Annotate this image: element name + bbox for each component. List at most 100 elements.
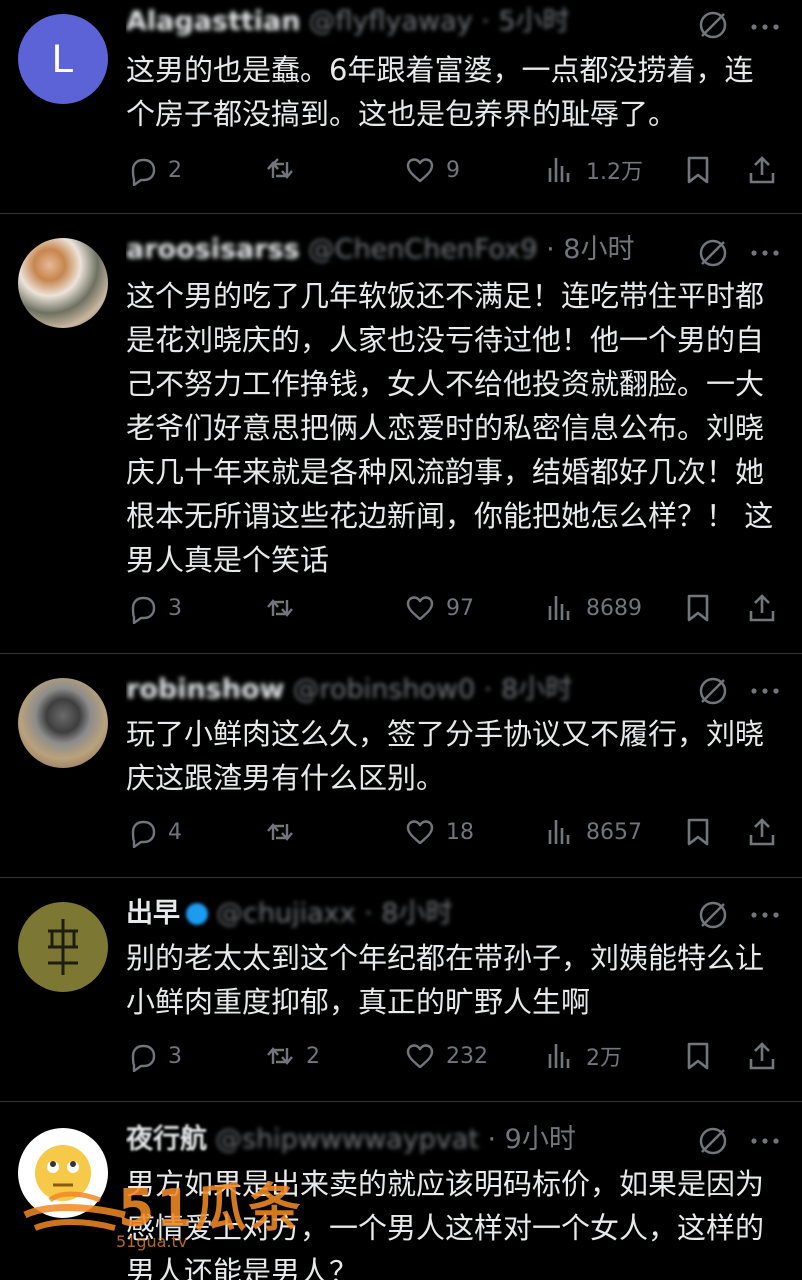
reply-post-1[interactable]: L Alagasttian @flyflyaway · 5小时 这男的也是蠢。6年… (0, 0, 802, 214)
more-icon[interactable] (748, 900, 782, 930)
like-count: 18 (446, 819, 474, 845)
views-count: 2万 (586, 1046, 622, 1071)
reply-icon (131, 1044, 156, 1072)
views-button[interactable]: 8689 (544, 588, 642, 628)
share-icon (749, 156, 775, 184)
more-icon[interactable] (748, 238, 782, 268)
display-name[interactable]: Alagasttian (126, 6, 301, 37)
like-button[interactable]: 232 (404, 1036, 488, 1076)
repost-icon (267, 599, 293, 617)
repost-button[interactable]: 2 (264, 1036, 320, 1076)
bookmark-button[interactable] (682, 1036, 714, 1076)
post-text: 这男的也是蠢。6年跟着富婆，一点都没捞着，连个房子都没搞到。这也是包养界的耻辱了… (126, 53, 754, 131)
like-button[interactable]: 18 (404, 812, 474, 852)
bookmark-button[interactable] (682, 150, 714, 190)
more-icon[interactable] (748, 1126, 782, 1156)
reply-icon (131, 820, 156, 848)
post-header: Alagasttian @flyflyaway · 5小时 (126, 2, 712, 42)
views-button[interactable]: 8657 (544, 812, 642, 852)
repost-icon (267, 1047, 293, 1065)
repost-count: 2 (306, 1043, 320, 1069)
views-icon (548, 1044, 570, 1068)
post-header: aroosisarss @ChenChenFox9 · 8小时 (126, 230, 712, 270)
like-count: 9 (446, 157, 460, 183)
reply-post-4[interactable]: 出早 @chujiaxx · 8小时 别的老太太到这个年纪都在带孙子，刘姨能特么让… (0, 878, 802, 1102)
reply-button[interactable]: 4 (126, 812, 182, 852)
heart-icon (406, 1044, 434, 1069)
watermark-brand: 51瓜条 (118, 1179, 303, 1239)
share-button[interactable] (746, 588, 778, 628)
avatar[interactable] (18, 238, 108, 328)
repost-button[interactable] (264, 150, 306, 190)
handle[interactable]: @flyflyaway · 5小时 (309, 6, 570, 37)
views-icon (548, 158, 570, 182)
action-bar: 4 18 8657 (126, 812, 782, 852)
reply-count: 3 (168, 595, 182, 621)
action-bar: 3 97 8689 (126, 588, 782, 628)
post-header: robinshow @robinshow0 · 8小时 (126, 670, 712, 710)
views-button[interactable]: 2万 (544, 1036, 622, 1076)
post-text: 玩了小鲜肉这么久，签了分手协议又不履行，刘晓庆这跟渣男有什么区别。 (126, 717, 765, 795)
repost-icon (267, 823, 293, 841)
views-button[interactable]: 1.2万 (544, 150, 643, 190)
repost-button[interactable] (264, 588, 306, 628)
heart-icon (406, 158, 434, 183)
reply-post-3[interactable]: robinshow @robinshow0 · 8小时 玩了小鲜肉这么久，签了分手… (0, 654, 802, 878)
share-button[interactable] (746, 150, 778, 190)
avatar-glyph-icon (48, 919, 78, 975)
display-name[interactable]: robinshow (126, 674, 284, 705)
views-icon (548, 596, 570, 620)
verified-badge-icon (186, 903, 208, 925)
display-name[interactable]: 出早 (126, 898, 180, 929)
timestamp: · 8小时 (537, 234, 635, 265)
views-icon (548, 820, 570, 844)
reply-count: 4 (168, 819, 182, 845)
reply-icon (131, 158, 156, 186)
grok-icon[interactable] (698, 1126, 728, 1156)
bookmark-icon (687, 594, 709, 622)
grok-icon[interactable] (698, 10, 728, 40)
reply-button[interactable]: 3 (126, 1036, 182, 1076)
like-count: 97 (446, 595, 474, 621)
handle[interactable]: @shipwwwwaypvat (215, 1124, 479, 1155)
more-icon[interactable] (748, 12, 782, 42)
share-button[interactable] (746, 1036, 778, 1076)
more-icon[interactable] (748, 676, 782, 706)
bookmark-icon (687, 1042, 709, 1070)
views-count: 8689 (586, 595, 642, 621)
post-text: 这个男的吃了几年软饭还不满足！连吃带住平时都是花刘晓庆的，人家也没亏待过他！他一… (126, 279, 774, 577)
handle[interactable]: @ChenChenFox9 (308, 234, 538, 265)
display-name[interactable]: 夜行航 (126, 1124, 207, 1155)
share-button[interactable] (746, 812, 778, 852)
grok-icon[interactable] (698, 676, 728, 706)
bookmark-button[interactable] (682, 588, 714, 628)
grok-icon[interactable] (698, 238, 728, 268)
reply-button[interactable]: 2 (126, 150, 182, 190)
views-count: 1.2万 (586, 160, 643, 185)
bookmark-icon (687, 156, 709, 184)
bookmark-button[interactable] (682, 812, 714, 852)
post-header: 夜行航 @shipwwwwaypvat · 9小时 (126, 1120, 712, 1160)
like-button[interactable]: 97 (404, 588, 474, 628)
avatar[interactable] (18, 902, 108, 992)
action-bar: 3 2 232 2万 (126, 1036, 782, 1076)
share-icon (749, 1042, 775, 1070)
avatar[interactable] (18, 678, 108, 768)
post-header: 出早 @chujiaxx · 8小时 (126, 894, 712, 934)
timestamp: · 9小时 (478, 1124, 576, 1155)
like-button[interactable]: 9 (404, 150, 460, 190)
avatar[interactable]: L (18, 14, 108, 104)
reply-button[interactable]: 3 (126, 588, 182, 628)
repost-icon (267, 158, 293, 179)
heart-icon (406, 820, 434, 845)
grok-icon[interactable] (698, 900, 728, 930)
repost-button[interactable] (264, 812, 306, 852)
watermark-logo-icon (23, 1191, 126, 1231)
reply-post-2[interactable]: aroosisarss @ChenChenFox9 · 8小时 这个男的吃了几年软… (0, 214, 802, 654)
handle[interactable]: @robinshow0 · 8小时 (292, 674, 572, 705)
avatar-letter: L (51, 36, 75, 81)
share-icon (749, 818, 775, 846)
handle[interactable]: @chujiaxx · 8小时 (216, 898, 453, 929)
action-bar: 2 9 1.2万 (126, 150, 782, 190)
display-name[interactable]: aroosisarss (126, 234, 300, 265)
